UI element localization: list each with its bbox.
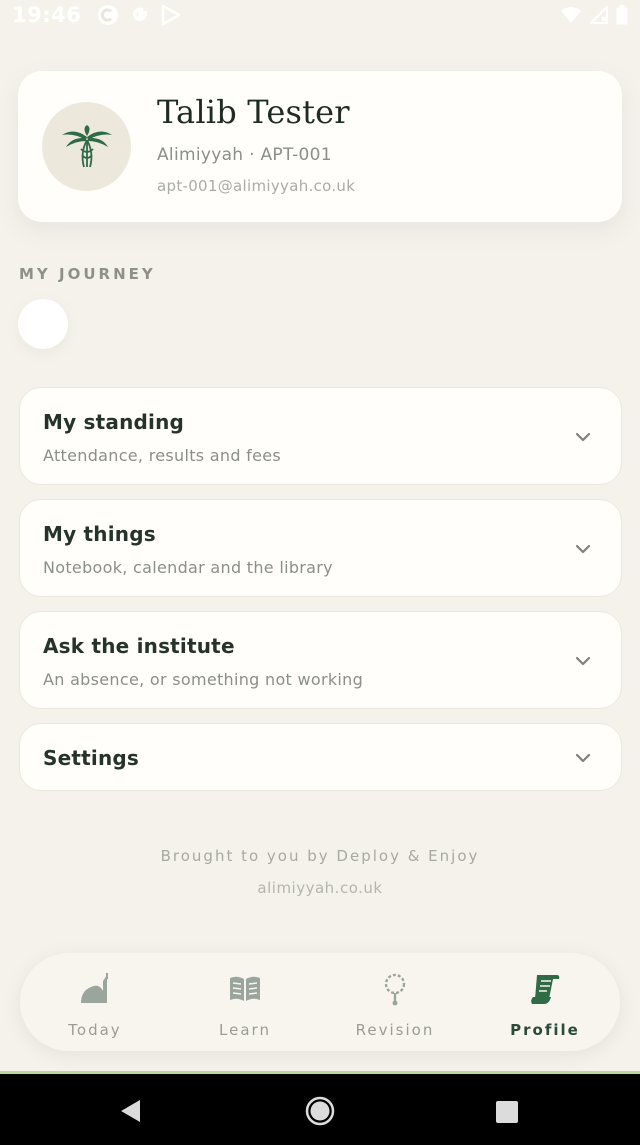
nav-item-profile[interactable]: Profile: [470, 953, 620, 1051]
journey-label: MY JOURNEY: [19, 265, 156, 283]
prayer-beads-icon: [384, 973, 406, 1006]
section-subtitle: Attendance, results and fees: [43, 446, 282, 465]
footer-credit: Brought to you by Deploy & Enjoy: [160, 847, 480, 865]
battery-icon: [616, 5, 628, 25]
status-right-icons: [560, 5, 628, 25]
avatar: [42, 102, 131, 191]
play-store-icon: [162, 4, 181, 26]
profile-name: Talib Tester: [157, 92, 350, 131]
section-title: My things: [43, 522, 156, 546]
section-title: Settings: [43, 746, 140, 770]
profile-subtitle: Alimiyyah · APT-001: [157, 144, 332, 165]
back-icon[interactable]: [118, 1098, 144, 1124]
chevron-down-icon: [575, 753, 591, 763]
recents-icon[interactable]: [495, 1100, 519, 1124]
scroll-icon: [531, 975, 560, 1004]
wifi-icon: [561, 7, 581, 23]
status-left-icons: [97, 4, 181, 26]
profile-email: apt-001@alimiyyah.co.uk: [157, 176, 356, 195]
c-icon: [98, 5, 119, 25]
section-my-standing[interactable]: My standing Attendance, results and fees: [19, 387, 622, 485]
nav-label: Learn: [219, 1021, 271, 1039]
footer-site-link[interactable]: alimiyyah.co.uk: [0, 879, 640, 897]
chevron-down-icon: [575, 432, 591, 442]
nav-label: Revision: [355, 1021, 435, 1039]
status-time: 19:46: [12, 3, 82, 27]
chevron-down-icon: [575, 656, 591, 666]
section-title: My standing: [43, 410, 185, 434]
book-icon: [230, 976, 260, 1001]
section-settings[interactable]: Settings: [19, 723, 622, 791]
google-icon: [133, 7, 148, 22]
journey-indicator[interactable]: [18, 299, 68, 349]
nav-item-revision[interactable]: Revision: [320, 953, 470, 1051]
mosque-icon: [81, 973, 108, 1003]
section-subtitle: An absence, or something not working: [43, 670, 364, 689]
nav-item-learn[interactable]: Learn: [170, 953, 320, 1051]
nav-item-today[interactable]: Today: [20, 953, 170, 1051]
section-my-things[interactable]: My things Notebook, calendar and the lib…: [19, 499, 622, 597]
nav-label: Today: [68, 1021, 122, 1039]
section-subtitle: Notebook, calendar and the library: [43, 558, 333, 577]
signal-icon: [590, 6, 608, 24]
chevron-down-icon: [575, 544, 591, 554]
system-nav-bar: [0, 1074, 640, 1145]
nav-label: Profile: [510, 1021, 580, 1039]
profile-card: Talib Tester Alimiyyah · APT-001 apt-001…: [18, 71, 622, 222]
home-icon[interactable]: [305, 1096, 335, 1126]
bottom-nav: Today Learn Revision Profile: [20, 953, 620, 1051]
profile-text: Talib Tester Alimiyyah · APT-001 apt-001…: [157, 93, 355, 195]
section-title: Ask the institute: [43, 634, 235, 658]
section-ask-the-institute[interactable]: Ask the institute An absence, or somethi…: [19, 611, 622, 709]
status-bar: 19:46: [0, 0, 640, 30]
palm-tree-icon: [61, 124, 112, 167]
